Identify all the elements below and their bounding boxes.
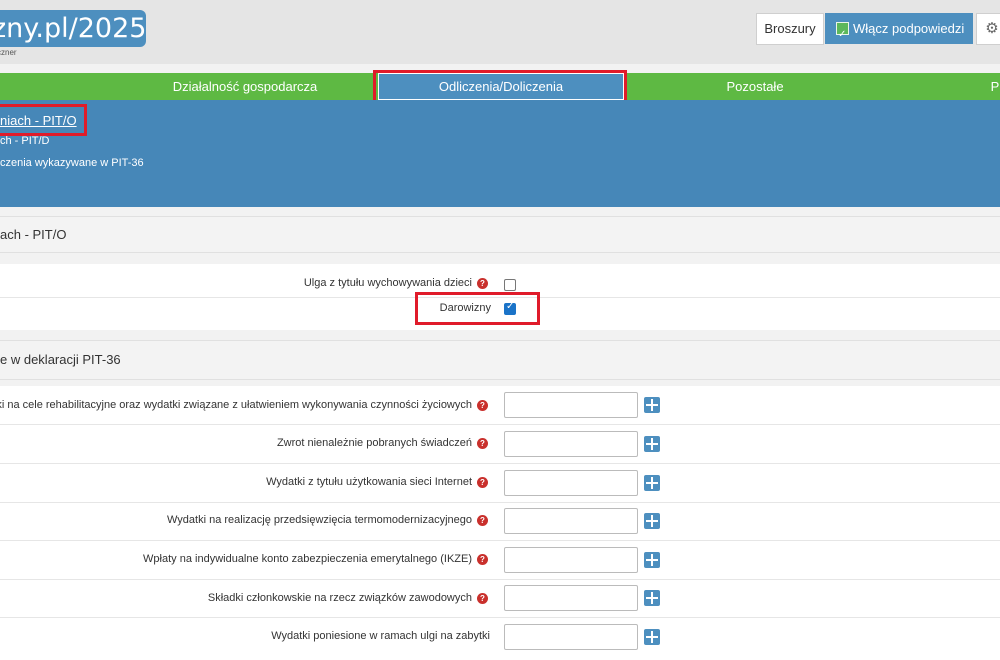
hints-checkbox-icon bbox=[836, 19, 849, 50]
subnav-item-pit-36[interactable]: czenia wykazywane w PIT-36 bbox=[0, 157, 144, 169]
app-logo[interactable]: zny.pl/2025 bbox=[0, 10, 146, 47]
calculator-icon[interactable] bbox=[644, 397, 660, 413]
help-icon[interactable]: ? bbox=[477, 277, 488, 289]
calculator-icon[interactable] bbox=[644, 513, 660, 529]
section-pit-36-title: e w deklaracji PIT-36 bbox=[0, 352, 121, 367]
row-divider bbox=[0, 540, 1000, 541]
deduction-input[interactable] bbox=[504, 585, 638, 611]
tab-pozostale[interactable]: Pozostałe bbox=[690, 73, 820, 100]
deduction-label: Wydatki z tytułu użytkowania sieci Inter… bbox=[266, 476, 488, 488]
subnav-panel: niach - PIT/O ch - PIT/D czenia wykazywa… bbox=[0, 100, 1000, 207]
deduction-label-text: Składki członkowskie na rzecz związków z… bbox=[207, 592, 472, 604]
deduction-label-text: ki na cele rehabilitacyjne oraz wydatki … bbox=[0, 399, 472, 411]
calculator-icon[interactable] bbox=[644, 590, 660, 606]
broszury-button[interactable]: Broszury bbox=[756, 13, 824, 45]
calculator-icon[interactable] bbox=[644, 629, 660, 645]
hints-label: Włącz podpowiedzi bbox=[853, 21, 965, 36]
deduction-label: Wydatki poniesione w ramach ulgi na zaby… bbox=[271, 630, 490, 642]
deduction-input[interactable] bbox=[504, 547, 638, 573]
help-icon[interactable]: ? bbox=[477, 399, 488, 411]
deduction-label-text: Wpłaty na indywidualne konto zabezpiecze… bbox=[143, 553, 472, 565]
row-divider bbox=[0, 502, 1000, 503]
gear-icon: ⚙ bbox=[985, 20, 999, 37]
deduction-input[interactable] bbox=[504, 624, 638, 650]
deduction-label: Składki członkowskie na rzecz związków z… bbox=[208, 592, 488, 604]
section-pit-36-header: e w deklaracji PIT-36 bbox=[0, 340, 1000, 380]
highlight-box-darowizny bbox=[415, 292, 540, 325]
logo-subtitle: czner bbox=[0, 48, 17, 57]
settings-button[interactable]: ⚙ bbox=[976, 13, 1000, 45]
highlight-box-subnav bbox=[0, 104, 87, 136]
option-ulga-dzieci-text: Ulga z tytułu wychowywania dzieci bbox=[303, 277, 472, 289]
help-icon[interactable]: ? bbox=[477, 476, 488, 488]
deduction-input[interactable] bbox=[504, 508, 638, 534]
tab-dzialalnosc[interactable]: Działalność gospodarcza bbox=[140, 73, 350, 100]
highlight-box-tab bbox=[373, 70, 627, 103]
hints-toggle-button[interactable]: Włącz podpowiedzi bbox=[825, 13, 973, 50]
row-divider bbox=[0, 424, 1000, 425]
section-pit-o-header: ach - PIT/O bbox=[0, 216, 1000, 253]
deduction-label: Zwrot nienależnie pobranych świadczeń? bbox=[277, 437, 488, 449]
deduction-input[interactable] bbox=[504, 392, 638, 418]
deduction-input[interactable] bbox=[504, 431, 638, 457]
help-icon[interactable]: ? bbox=[477, 553, 488, 565]
calculator-icon[interactable] bbox=[644, 552, 660, 568]
section-pit-o-title: ach - PIT/O bbox=[0, 227, 67, 242]
row-divider bbox=[0, 617, 1000, 618]
help-icon[interactable]: ? bbox=[477, 514, 488, 526]
deduction-label-text: Wydatki na realizację przedsięwzięcia te… bbox=[167, 514, 472, 526]
deduction-label-text: Wydatki z tytułu użytkowania sieci Inter… bbox=[266, 476, 472, 488]
option-ulga-dzieci-checkbox[interactable] bbox=[504, 279, 516, 291]
tab-partial[interactable]: P bbox=[985, 73, 1000, 100]
deduction-label: Wydatki na realizację przedsięwzięcia te… bbox=[167, 514, 488, 526]
deduction-input[interactable] bbox=[504, 470, 638, 496]
help-icon[interactable]: ? bbox=[477, 437, 488, 449]
row-divider bbox=[0, 463, 1000, 464]
calculator-icon[interactable] bbox=[644, 475, 660, 491]
app-header: zny.pl/2025 czner Broszury Włącz podpowi… bbox=[0, 0, 1000, 64]
row-divider bbox=[0, 579, 1000, 580]
option-ulga-dzieci-label: Ulga z tytułu wychowywania dzieci? bbox=[304, 277, 488, 289]
calculator-icon[interactable] bbox=[644, 436, 660, 452]
section-pit-36-body bbox=[0, 386, 1000, 660]
subnav-item-pit-d[interactable]: ch - PIT/D bbox=[0, 135, 50, 147]
help-icon[interactable]: ? bbox=[477, 592, 488, 604]
deduction-label: ki na cele rehabilitacyjne oraz wydatki … bbox=[0, 399, 488, 411]
deduction-label: Wpłaty na indywidualne konto zabezpiecze… bbox=[143, 553, 488, 565]
deduction-label-text: Zwrot nienależnie pobranych świadczeń bbox=[276, 437, 472, 449]
